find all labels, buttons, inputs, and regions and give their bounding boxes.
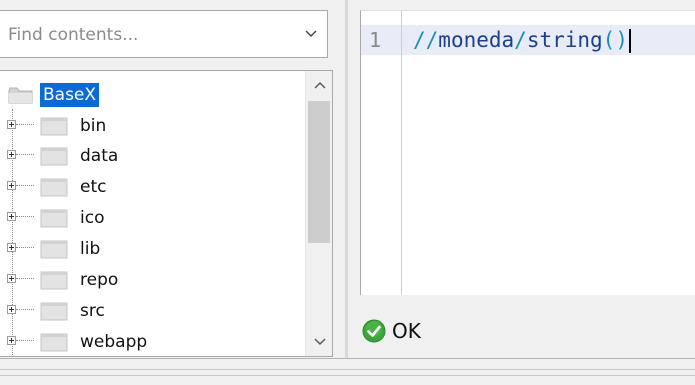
folder-icon [40,178,68,197]
query-editor[interactable]: 1 //moneda/string() [360,10,695,295]
tree-branch [16,247,34,248]
tree-branch [16,124,34,125]
tree-branch [16,154,34,155]
tree-item-src[interactable]: src [0,296,300,326]
bottom-splitter[interactable] [0,358,695,385]
expand-plus-icon[interactable] [7,243,16,252]
tree-item-label: etc [80,177,107,197]
folder-icon [40,240,68,259]
code-token: moneda [438,28,515,52]
line-number: 1 [369,28,382,52]
code-token: / [514,28,527,52]
tree-item-ico[interactable]: ico [0,203,300,233]
right-pane: 1 //moneda/string() OK [348,0,695,358]
code-token: string [526,28,603,52]
folder-icon [8,87,33,104]
tree-scrollbar[interactable] [305,71,332,356]
search-input[interactable] [8,23,288,47]
tree-item-lib[interactable]: lib [0,234,300,264]
scroll-thumb[interactable] [308,101,330,243]
expand-plus-icon[interactable] [7,336,16,345]
tree-item-etc[interactable]: etc [0,172,300,202]
chevron-down-icon [314,338,325,345]
folder-icon [40,302,68,321]
expand-plus-icon[interactable] [7,150,16,159]
splitter-grip [0,369,695,376]
scroll-up-button[interactable] [306,71,332,99]
status-text: OK [392,319,421,343]
file-tree: BaseX bin data etc ico lib repo src weba… [0,70,333,357]
tree-item-label: bin [80,116,107,136]
status-bar: OK [360,306,695,358]
tree-item-repo[interactable]: repo [0,265,300,295]
folder-icon [40,209,68,228]
tree-item-bin[interactable]: bin [0,111,300,141]
left-pane: BaseX bin data [0,0,345,358]
gutter-divider [401,11,402,295]
text-caret [628,29,631,53]
chevron-up-icon [314,82,325,89]
tree-branch [16,340,34,341]
code-line[interactable]: //moneda/string() [413,25,631,55]
tree-item-label: data [80,146,119,166]
expand-plus-icon[interactable] [7,274,16,283]
expand-plus-icon[interactable] [7,305,16,314]
tree-branch [16,216,34,217]
tree-branch [16,185,34,186]
tree-item-label: src [80,301,105,321]
tree-root-label[interactable]: BaseX [40,83,100,107]
folder-icon [40,117,68,136]
scroll-down-button[interactable] [306,328,332,356]
expand-plus-icon[interactable] [7,181,16,190]
search-combobox[interactable] [0,10,328,58]
tree-item-data[interactable]: data [0,141,300,171]
tree-item-label: webapp [80,332,148,352]
code-token: () [602,28,628,52]
folder-icon [40,333,68,352]
tree-branch [16,309,34,310]
tree-branch [16,278,34,279]
folder-icon [40,271,68,290]
tree-item-webapp[interactable]: webapp [0,327,300,356]
tree-item-label: lib [80,239,101,259]
tree-item-label: repo [80,270,119,290]
check-circle-icon [362,319,386,343]
folder-icon [40,147,68,166]
expand-plus-icon[interactable] [7,120,16,129]
tree-item-label: ico [80,208,105,228]
code-token: // [413,28,439,52]
chevron-down-icon[interactable] [303,25,319,43]
expand-plus-icon[interactable] [7,212,16,221]
